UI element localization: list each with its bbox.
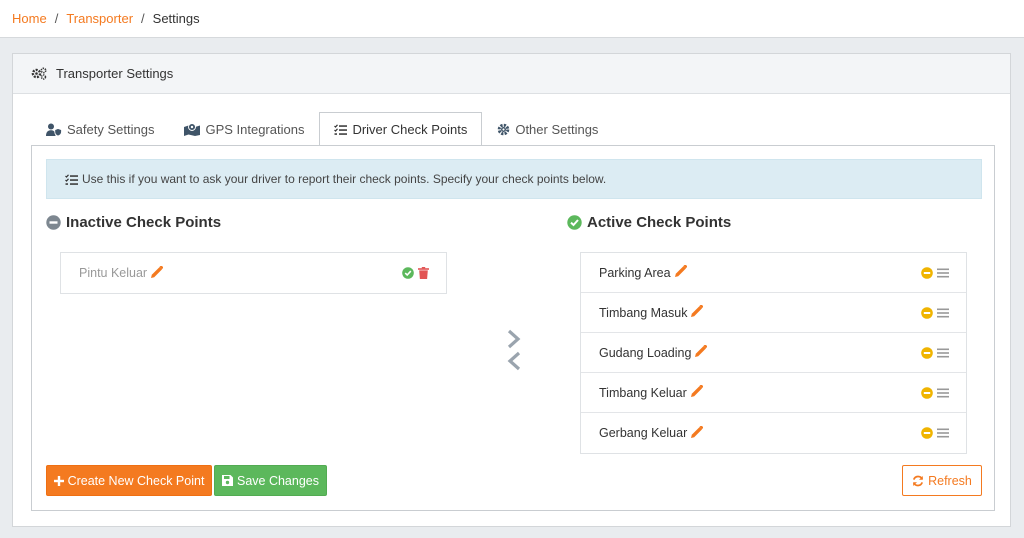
check-circle-icon <box>567 215 582 230</box>
chevron-left-icon[interactable] <box>506 351 522 371</box>
minus-circle-icon <box>46 215 61 230</box>
drag-handle-icon[interactable] <box>937 308 949 318</box>
item-actions <box>402 267 429 279</box>
deactivate-minus-icon[interactable] <box>921 427 933 439</box>
list-check-icon <box>65 173 78 185</box>
breadcrumb-current: Settings <box>152 11 200 26</box>
inactive-section-title: Inactive Check Points <box>46 214 221 231</box>
drag-handle-icon[interactable] <box>937 388 949 398</box>
transporter-settings-card: Transporter Settings Safety Settings GPS… <box>12 53 1011 527</box>
tab-safety-settings[interactable]: Safety Settings <box>31 112 169 145</box>
tab-other-settings[interactable]: Other Settings <box>482 112 613 145</box>
check-point-label: Timbang Keluar <box>599 385 687 400</box>
pencil-icon[interactable] <box>691 424 704 441</box>
button-label: Save Changes <box>236 473 319 488</box>
tab-gps-integrations[interactable]: GPS Integrations <box>169 112 319 145</box>
gears-icon <box>31 67 47 80</box>
pencil-icon[interactable] <box>691 304 705 320</box>
alert-text: Use this if you want to ask your driver … <box>82 172 607 186</box>
user-shield-icon <box>46 123 62 136</box>
card-title: Transporter Settings <box>56 66 174 81</box>
tab-label: GPS Integrations <box>205 121 305 137</box>
inactive-check-points-list: Pintu Keluar <box>60 252 447 294</box>
breadcrumb-transporter-link[interactable]: Transporter <box>66 11 133 26</box>
tab-label: Other Settings <box>515 121 599 137</box>
button-label: Refresh <box>928 473 972 488</box>
inactive-title: Inactive Check Points <box>66 214 222 231</box>
check-point-label: Parking Area <box>599 265 671 280</box>
refresh-button[interactable]: Refresh <box>902 465 982 496</box>
deactivate-minus-icon[interactable] <box>921 306 933 319</box>
pencil-icon[interactable] <box>695 344 709 360</box>
list-item[interactable]: Gerbang Keluar <box>581 413 966 453</box>
item-actions <box>921 306 949 319</box>
pencil-icon[interactable] <box>674 264 688 280</box>
breadcrumb: Home / Transporter / Settings <box>12 11 200 26</box>
check-point-label: Gerbang Keluar <box>599 426 688 440</box>
breadcrumb-separator: / <box>141 11 145 26</box>
plus-icon <box>53 475 64 486</box>
tab-label: Safety Settings <box>67 121 155 137</box>
drag-handle-icon[interactable] <box>937 348 949 358</box>
item-actions <box>921 386 949 399</box>
list-item[interactable]: Gudang Loading <box>581 333 966 373</box>
move-arrows <box>506 329 522 371</box>
card-header: Transporter Settings <box>13 54 1010 94</box>
pencil-icon[interactable] <box>151 264 164 281</box>
item-actions <box>921 266 949 279</box>
chevron-right-icon[interactable] <box>506 329 522 349</box>
breadcrumb-home-link[interactable]: Home <box>12 11 47 26</box>
check-point-label: Gudang Loading <box>599 345 692 360</box>
save-changes-button[interactable]: Save Changes <box>214 465 327 496</box>
list-item[interactable]: Parking Area <box>581 253 966 293</box>
check-point-label: Timbang Masuk <box>599 305 688 320</box>
trash-icon[interactable] <box>418 267 429 279</box>
create-check-point-button[interactable]: Create New Check Point <box>46 465 212 496</box>
check-point-label: Pintu Keluar <box>79 266 148 280</box>
driver-check-points-panel: Use this if you want to ask your driver … <box>31 145 995 511</box>
gear-icon <box>498 123 510 135</box>
list-item[interactable]: Pintu Keluar <box>61 253 446 293</box>
active-section-title: Active Check Points <box>567 214 731 231</box>
breadcrumb-separator: / <box>54 11 59 26</box>
active-title: Active Check Points <box>587 214 732 231</box>
save-icon <box>221 475 233 486</box>
item-actions <box>921 346 949 359</box>
item-actions <box>921 427 949 439</box>
tab-label: Driver Check Points <box>352 122 468 137</box>
button-label: Create New Check Point <box>67 473 205 488</box>
pencil-icon[interactable] <box>690 384 704 400</box>
refresh-icon <box>913 475 924 486</box>
tab-driver-check-points[interactable]: Driver Check Points <box>319 112 483 146</box>
settings-tabs: Safety Settings GPS Integrations Driver … <box>31 112 613 146</box>
deactivate-minus-icon[interactable] <box>921 386 933 399</box>
active-check-points-list: Parking Area Timbang Masuk Gudang Loadin… <box>580 252 967 454</box>
list-check-icon <box>334 124 348 135</box>
list-item[interactable]: Timbang Keluar <box>581 373 966 413</box>
top-bar: Home / Transporter / Settings <box>0 0 1024 38</box>
activate-check-icon[interactable] <box>402 267 414 279</box>
deactivate-minus-icon[interactable] <box>921 266 933 279</box>
deactivate-minus-icon[interactable] <box>921 346 933 359</box>
drag-handle-icon[interactable] <box>937 268 949 278</box>
map-marker-icon <box>184 122 201 136</box>
list-item[interactable]: Timbang Masuk <box>581 293 966 333</box>
info-alert: Use this if you want to ask your driver … <box>46 159 982 199</box>
drag-handle-icon[interactable] <box>937 428 949 438</box>
